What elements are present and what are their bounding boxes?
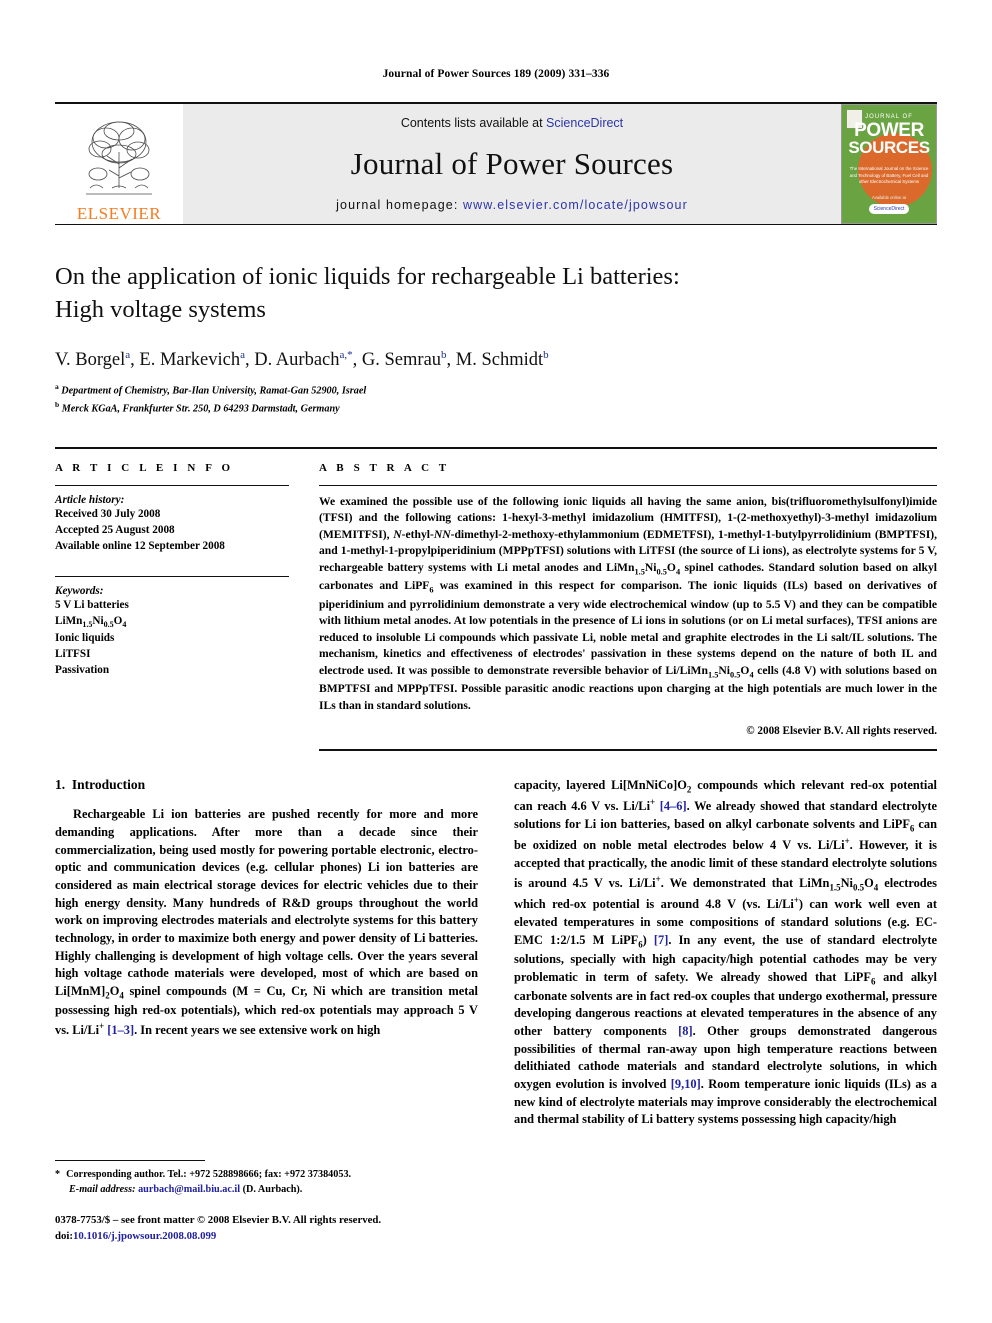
title-line-1: On the application of ionic liquids for … [55, 263, 680, 290]
title-line-2: High voltage systems [55, 295, 266, 323]
author-list: V. Borgela, E. Markevicha, D. Aurbacha,*… [55, 349, 549, 371]
homepage-prefix: journal homepage: [336, 198, 463, 212]
email-suffix: (D. Aurbach). [242, 1183, 303, 1195]
elsevier-logo: ELSEVIER [55, 104, 183, 224]
cover-word-sources: SOURCES [848, 138, 930, 158]
affiliation-a: a Department of Chemistry, Bar-Ilan Univ… [55, 382, 367, 397]
section-number: 1. [55, 777, 66, 793]
body-column-right: capacity, layered Li[MnNiCo]O2 compounds… [514, 777, 937, 1129]
title-block: On the application of ionic liquids for … [55, 261, 937, 417]
section-heading-introduction: 1. Introduction [55, 777, 478, 793]
history-available-online: Available online 12 September 2008 [55, 539, 225, 552]
affiliation-b: b Merck KGaA, Frankfurter Str. 250, D 64… [55, 399, 340, 414]
history-accepted: Accepted 25 August 2008 [55, 523, 175, 536]
footnote-rule [55, 1160, 205, 1161]
doi-link[interactable]: 10.1016/j.jpowsour.2008.08.099 [73, 1230, 216, 1242]
body-column-left: 1. Introduction Rechargeable Li ion batt… [55, 777, 478, 1129]
contents-prefix: Contents lists available at [400, 116, 547, 130]
abstract-heading: A B S T R A C T [319, 461, 450, 474]
sciencedirect-link[interactable]: ScienceDirect [546, 116, 623, 130]
citation-link[interactable]: [9,10] [671, 1077, 701, 1091]
abstract-rule-top [319, 484, 937, 486]
info-abstract-section: A R T I C L E I N F O Article history: R… [55, 446, 937, 752]
elsevier-wordmark: ELSEVIER [76, 204, 162, 223]
keywords-heading: Keywords: [55, 585, 104, 598]
keyword-item: Ionic liquids [55, 632, 115, 644]
corresponding-author-note: * Corresponding author. Tel.: +972 528898… [55, 1168, 480, 1183]
abstract-column: A B S T R A C T We examined the possible… [319, 462, 937, 752]
cover-text-block: JOURNAL OF POWER SOURCES The Internation… [842, 105, 936, 186]
info-rule-top [55, 484, 289, 486]
body-columns: 1. Introduction Rechargeable Li ion batt… [55, 777, 937, 1129]
front-matter-footer: 0378-7753/$ – see front matter © 2008 El… [55, 1212, 495, 1244]
affiliation-b-text: Merck KGaA, Frankfurter Str. 250, D 6429… [61, 402, 340, 414]
citation-link[interactable]: [8] [678, 1024, 692, 1038]
paper-page: Journal of Power Sources 189 (2009) 331–… [0, 0, 992, 1323]
keywords-block: Keywords: 5 V Li batteries LiMn1.5Ni0.5O… [55, 576, 289, 678]
journal-masthead: ELSEVIER Contents lists available at Sci… [55, 102, 937, 224]
email-note: E-mail address: aurbach@mail.biu.ac.il (… [55, 1183, 480, 1198]
cover-footer: Available online at ScienceDirect [842, 195, 936, 216]
front-matter-line: 0378-7753/$ – see front matter © 2008 El… [55, 1214, 382, 1226]
abstract-copyright: © 2008 Elsevier B.V. All rights reserved… [746, 725, 937, 738]
email-link[interactable]: aurbach@mail.biu.ac.il [138, 1184, 240, 1195]
intro-paragraph-left: Rechargeable Li ion batteries are pushed… [55, 807, 478, 1037]
keyword-item: 5 V Li batteries [55, 599, 129, 612]
keyword-item: Passivation [55, 663, 110, 676]
citation-link[interactable]: [1–3] [107, 1023, 134, 1037]
corresponding-author-text: Corresponding author. Tel.: +972 5288986… [66, 1169, 352, 1180]
footnote-star-marker: * [55, 1169, 61, 1180]
article-info-heading: A R T I C L E I N F O [55, 461, 234, 474]
citation-link[interactable]: [4–6] [660, 800, 687, 814]
section-heading-text: Introduction [71, 777, 146, 793]
abstract-bottom-rule [319, 749, 937, 752]
page-title: On the application of ionic liquids for … [55, 261, 937, 326]
doi-line: doi:10.1016/j.jpowsour.2008.08.099 [55, 1228, 495, 1244]
masthead-bottom-rule [55, 224, 937, 225]
intro-paragraph-right: capacity, layered Li[MnNiCo]O2 compounds… [514, 778, 938, 1127]
doi-label: doi: [55, 1230, 73, 1243]
keywords-rule [55, 576, 289, 578]
keyword-item: LiTFSI [55, 647, 91, 660]
journal-cover-thumbnail: JOURNAL OF POWER SOURCES The Internation… [841, 104, 937, 224]
email-label: E-mail address: [69, 1183, 136, 1195]
cover-subtitle: The International Journal on the Science… [849, 166, 929, 185]
history-received: Received 30 July 2008 [55, 507, 161, 520]
article-info-column: A R T I C L E I N F O Article history: R… [55, 462, 319, 752]
affiliation-a-text: Department of Chemistry, Bar-Ilan Univer… [61, 385, 367, 397]
cover-sciencedirect-badge: ScienceDirect [868, 204, 910, 214]
footnote-area: * Corresponding author. Tel.: +972 528898… [55, 1160, 480, 1198]
cover-footer-label: Available online at [872, 195, 906, 201]
running-head: Journal of Power Sources 189 (2009) 331–… [382, 68, 610, 80]
keyword-item: LiMn1.5Ni0.5O4 [55, 615, 127, 630]
elsevier-tree-icon [86, 121, 152, 195]
journal-homepage-line: journal homepage: www.elsevier.com/locat… [336, 198, 688, 212]
contents-available-line: Contents lists available at ScienceDirec… [401, 116, 623, 130]
homepage-url-link[interactable]: www.elsevier.com/locate/jpowsour [463, 198, 688, 212]
article-history-heading: Article history: [55, 493, 125, 506]
abstract-text: We examined the possible use of the foll… [319, 494, 937, 712]
journal-title: Journal of Power Sources [350, 146, 674, 181]
citation-link[interactable]: [7] [654, 933, 668, 947]
masthead-center: Contents lists available at ScienceDirec… [183, 104, 841, 224]
